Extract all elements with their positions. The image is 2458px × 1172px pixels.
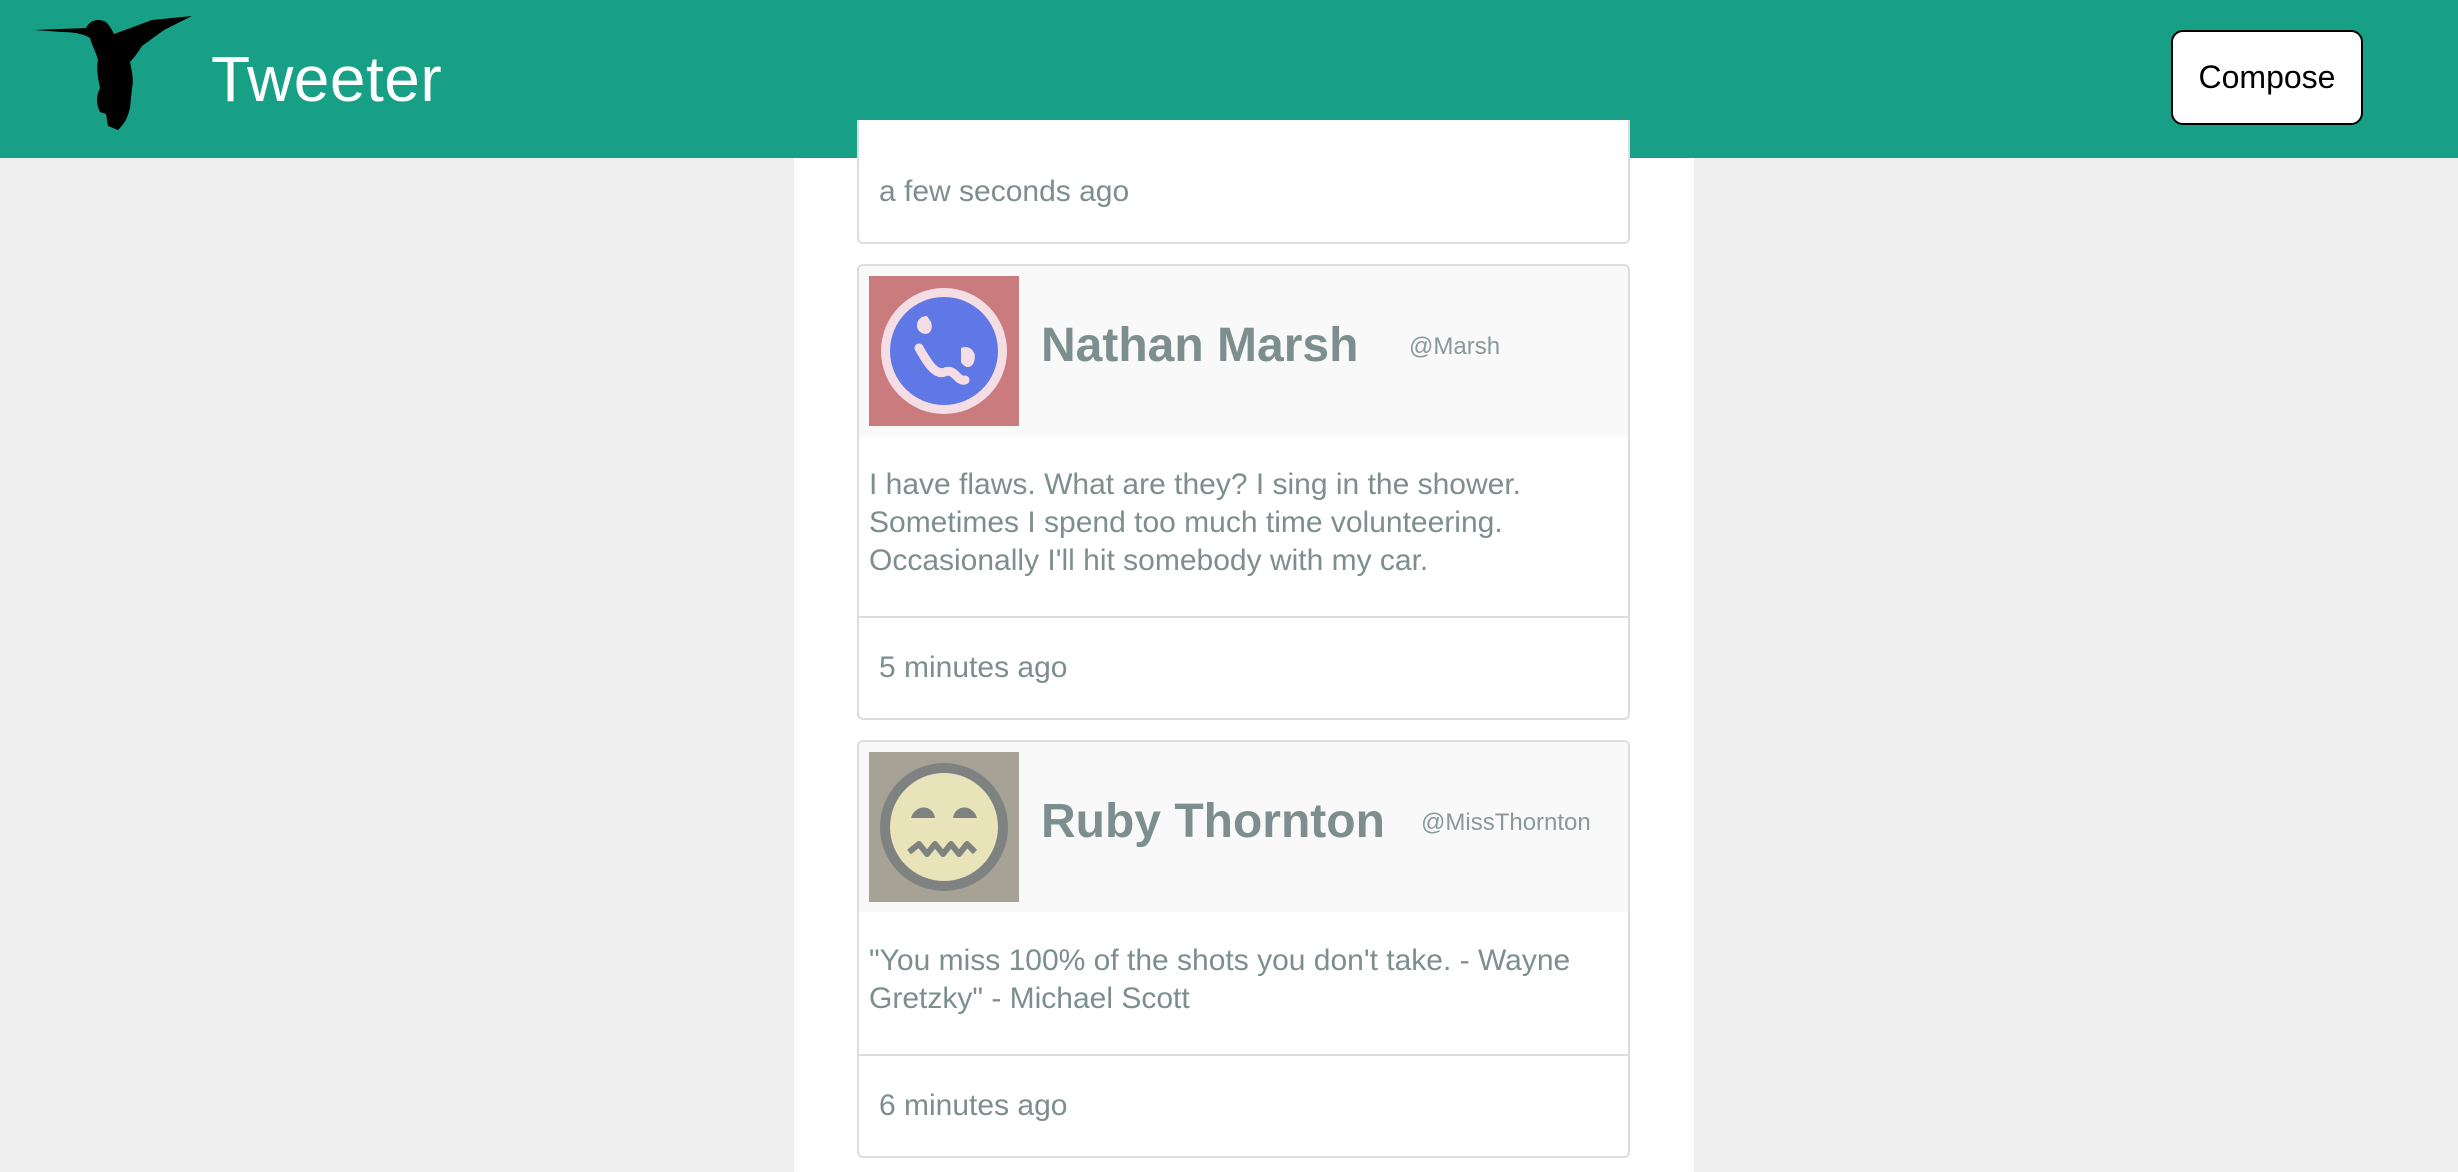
brand-title: Tweeter xyxy=(211,43,443,115)
tweet-header: Ruby Thornton @MissThornton xyxy=(859,742,1628,912)
divider xyxy=(859,616,1628,618)
divider xyxy=(859,1054,1628,1056)
tweet-card: Nathan Marsh @Marsh I have flaws. What a… xyxy=(857,264,1630,720)
tweet-card: Ruby Thornton @MissThornton "You miss 10… xyxy=(857,740,1630,1158)
tweet-header: Nathan Marsh @Marsh xyxy=(859,266,1628,436)
compose-button[interactable]: Compose xyxy=(2171,30,2363,125)
tweet-text: "You miss 100% of the shots you don't ta… xyxy=(869,944,1571,1015)
user-handle: @Marsh xyxy=(1409,333,1501,360)
hummingbird-icon xyxy=(34,16,192,131)
tweet-timestamp: a few seconds ago xyxy=(879,175,1130,208)
avatar xyxy=(869,752,1019,902)
avatar xyxy=(869,276,1019,426)
user-name: Nathan Marsh xyxy=(1041,319,1359,372)
tweet-text: I have flaws. What are they? I sing in t… xyxy=(869,468,1522,577)
tweet-card: a few seconds ago xyxy=(857,120,1630,244)
user-name: Ruby Thornton xyxy=(1041,795,1385,848)
user-handle: @MissThornton xyxy=(1421,809,1591,836)
tweet-timestamp: 6 minutes ago xyxy=(879,1089,1068,1122)
tweet-timestamp: 5 minutes ago xyxy=(879,651,1068,684)
